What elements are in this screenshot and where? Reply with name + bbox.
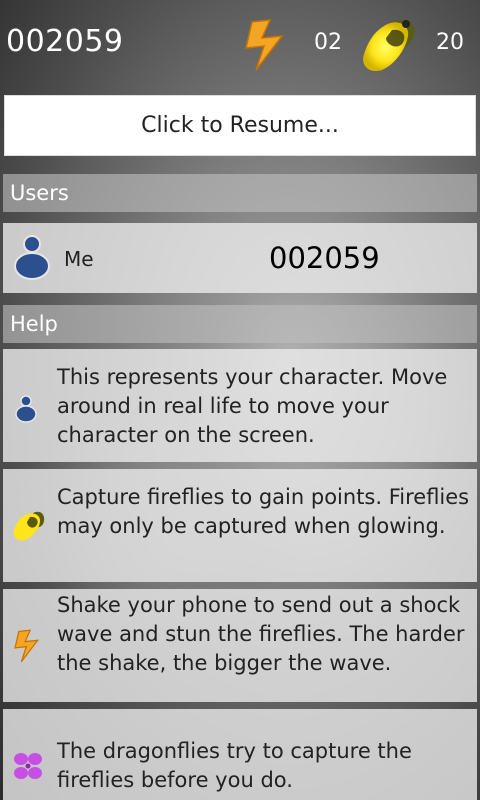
lightning-icon	[11, 629, 43, 667]
help-header: Help	[3, 305, 477, 343]
user-name: Me	[64, 247, 94, 271]
help-item-dragonfly: The dragonflies try to capture the firef…	[3, 709, 477, 800]
resume-button[interactable]: Click to Resume...	[4, 95, 476, 156]
firefly-count: 20	[436, 30, 464, 55]
help-item-character: This represents your character. Move aro…	[3, 349, 477, 462]
help-text-dragonfly: The dragonflies try to capture the firef…	[57, 739, 412, 792]
firefly-icon	[11, 509, 47, 545]
firefly-icon	[356, 14, 422, 76]
help-item-firefly: Capture fireflies to gain points. Firefl…	[3, 469, 477, 582]
help-text-character: This represents your character. Move aro…	[57, 365, 448, 447]
help-text-firefly: Capture fireflies to gain points. Firefl…	[57, 485, 470, 538]
dragonfly-icon	[13, 751, 43, 785]
user-score: 002059	[269, 241, 380, 275]
shock-count: 02	[314, 30, 342, 55]
help-text-shock: Shake your phone to send out a shock wav…	[57, 593, 465, 675]
user-row[interactable]: Me 002059	[3, 223, 477, 293]
person-icon	[12, 234, 52, 280]
help-item-shock: Shake your phone to send out a shock wav…	[3, 589, 477, 702]
lightning-icon	[240, 18, 290, 72]
hud-score: 002059	[6, 24, 124, 59]
character-icon	[11, 393, 41, 427]
hud: 002059 02 20	[0, 0, 480, 92]
users-header: Users	[3, 174, 477, 212]
